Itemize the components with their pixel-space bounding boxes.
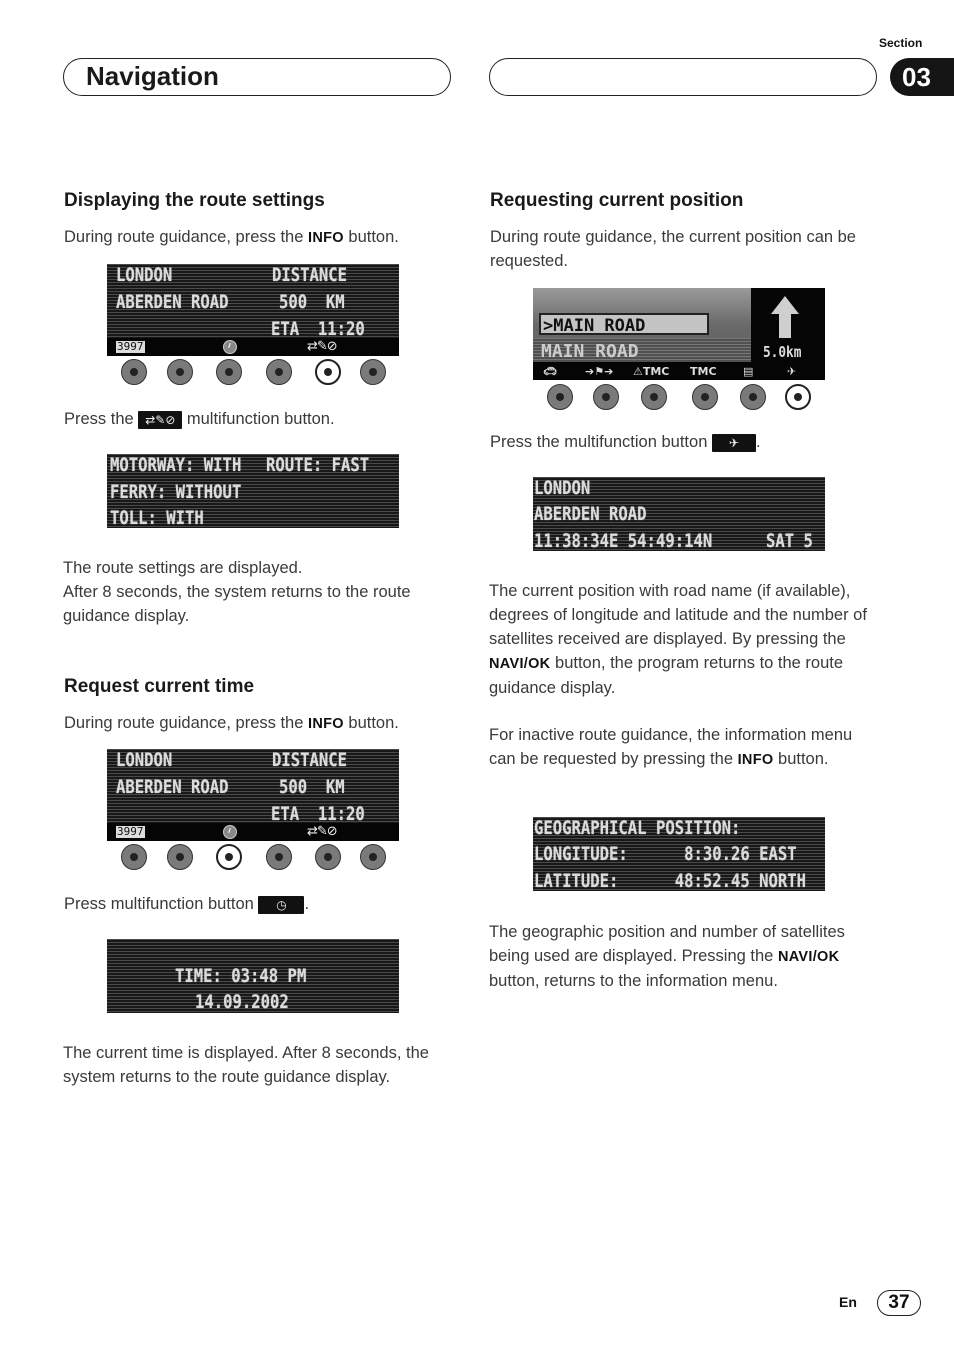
press-clock-text: Press multifunction button ◷. [64,895,310,914]
multifunction-button-1[interactable] [121,844,147,870]
car-icon: 🚗︎ [543,365,557,378]
straight-arrow-icon [771,296,799,314]
multifunction-button-1[interactable] [121,359,147,385]
lcd-softkey-bar: 3997 ⇄✎⊘ [107,338,399,356]
lcd-line: GEOGRAPHICAL POSITION: [534,817,741,839]
lcd-route-guidance-1: LONDON ABERDEN ROAD DISTANCE 500 KM ETA … [107,264,399,356]
lcd-line: ETA 11:20 [271,803,365,825]
route-options-icon: ⇄✎⊘ [307,824,338,839]
heading-current-time: Request current time [64,676,255,697]
lcd-line: ABERDEN ROAD [116,291,229,313]
lcd-line: DISTANCE [272,264,348,286]
multifunction-button-6[interactable] [360,844,386,870]
lcd-date: 14.09.2002 [195,991,289,1013]
lcd-line: ROUTE: FAST [266,454,370,476]
list-icon: ▤ [743,365,754,378]
multifunction-button-2[interactable] [593,384,619,410]
lcd-line: ETA 11:20 [271,318,365,340]
geographic-position-explanation: The geographic position and number of sa… [489,923,845,990]
multifunction-button-2[interactable] [167,844,193,870]
multifunction-button-4[interactable] [266,359,292,385]
multifunction-button-3[interactable] [641,384,667,410]
current-road-label: MAIN ROAD [541,341,639,362]
lcd-current-position: LONDON ABERDEN ROAD 11:38:34E 54:49:14N … [533,477,825,551]
lcd-line: DISTANCE [272,749,348,771]
odometer-badge: 3997 [116,340,145,353]
multifunction-button-3[interactable] [216,844,242,870]
lcd-line: 11:38:34E 54:49:14N [534,530,713,551]
page-title: Navigation [86,61,219,91]
current-position-explanation: The current position with road name (if … [489,582,867,697]
lcd-sat-count: SAT 5 [766,530,813,551]
route-options-icon: ⇄✎⊘ [307,339,338,354]
multifunction-button-4[interactable] [266,844,292,870]
heading-route-settings: Displaying the route settings [64,190,325,211]
route-settings-intro: During route guidance, press the INFO bu… [64,228,399,246]
tmc-icon: TMC [690,365,717,378]
selected-road-field: >MAIN ROAD [539,313,709,336]
multifunction-button-5[interactable] [315,359,341,385]
multifunction-button-5[interactable] [740,384,766,410]
distance-to-turn: 5.0km [763,343,802,361]
satellite-icon: ✈︎ [711,433,756,452]
current-time-intro: During route guidance, press the INFO bu… [64,714,399,732]
lcd-line: LONGITUDE: 8:30.26 EAST [534,843,797,865]
multifunction-button-2[interactable] [167,359,193,385]
clock-icon [223,340,237,354]
inactive-guidance-text: For inactive route guidance, the informa… [489,726,853,768]
lcd-line: 500 KM [279,776,345,798]
lcd-time: TIME: 03:48 PM [175,965,307,987]
header-empty-frame [489,58,877,96]
current-position-intro: During route guidance, the current posit… [490,228,856,270]
lcd-line: LONDON [534,477,591,499]
multifunction-button-1[interactable] [547,384,573,410]
clock-icon: ◷ [258,895,305,914]
satellite-icon: ✈︎ [787,365,797,378]
section-label: Section [879,36,923,50]
straight-arrow-stem [779,314,791,338]
lcd-line: TOLL: WITH [110,507,204,528]
page-number: 37 [877,1290,921,1316]
lcd-line: ABERDEN ROAD [534,503,647,525]
heading-current-position: Requesting current position [490,190,744,211]
route-options-icon: ⇄✎⊘ [138,410,183,429]
press-route-options-text: Press the ⇄✎⊘ multifunction button. [64,410,335,429]
odometer-badge: 3997 [116,825,145,838]
lcd-route-settings: MOTORWAY: WITH FERRY: WITHOUT TOLL: WITH… [107,454,399,528]
multifunction-button-3[interactable] [216,359,242,385]
lcd-route-guidance-2: LONDON ABERDEN ROAD DISTANCE 500 KM ETA … [107,749,399,841]
lcd-geographical-position: GEOGRAPHICAL POSITION: LONGITUDE: 8:30.2… [533,817,825,891]
lcd-line: ABERDEN ROAD [116,776,229,798]
lcd-softkey-bar: 3997 ⇄✎⊘ [107,823,399,841]
map-guidance-screen: >MAIN ROAD MAIN ROAD 5.0km 🚗︎ ➔⚑➔ ⚠TMC T… [533,288,825,380]
lcd-line: LONDON [116,264,173,286]
section-number: 03 [890,58,954,96]
clock-icon [223,825,237,839]
map-softkey-bar: 🚗︎ ➔⚑➔ ⚠TMC TMC ▤ ✈︎ [533,362,825,380]
route-settings-result: The route settings are displayed. After 8… [63,559,411,625]
lcd-line: MOTORWAY: WITH [110,454,242,476]
lcd-line: LATITUDE: 48:52.45 NORTH [534,870,807,891]
multifunction-button-6[interactable] [785,384,811,410]
lcd-line: LONDON [116,749,173,771]
press-satellite-text: Press the multifunction button ✈︎. [490,433,761,452]
lcd-line: 500 KM [279,291,345,313]
multifunction-button-5[interactable] [315,844,341,870]
lcd-line: FERRY: WITHOUT [110,481,242,503]
lcd-current-time: TIME: 03:48 PM 14.09.2002 [107,939,399,1013]
route-flag-icon: ➔⚑➔ [585,365,614,378]
language-label: En [839,1294,857,1310]
tmc-warning-icon: ⚠TMC [633,365,670,378]
multifunction-button-6[interactable] [360,359,386,385]
current-time-result: The current time is displayed. After 8 s… [63,1044,429,1086]
multifunction-button-4[interactable] [692,384,718,410]
